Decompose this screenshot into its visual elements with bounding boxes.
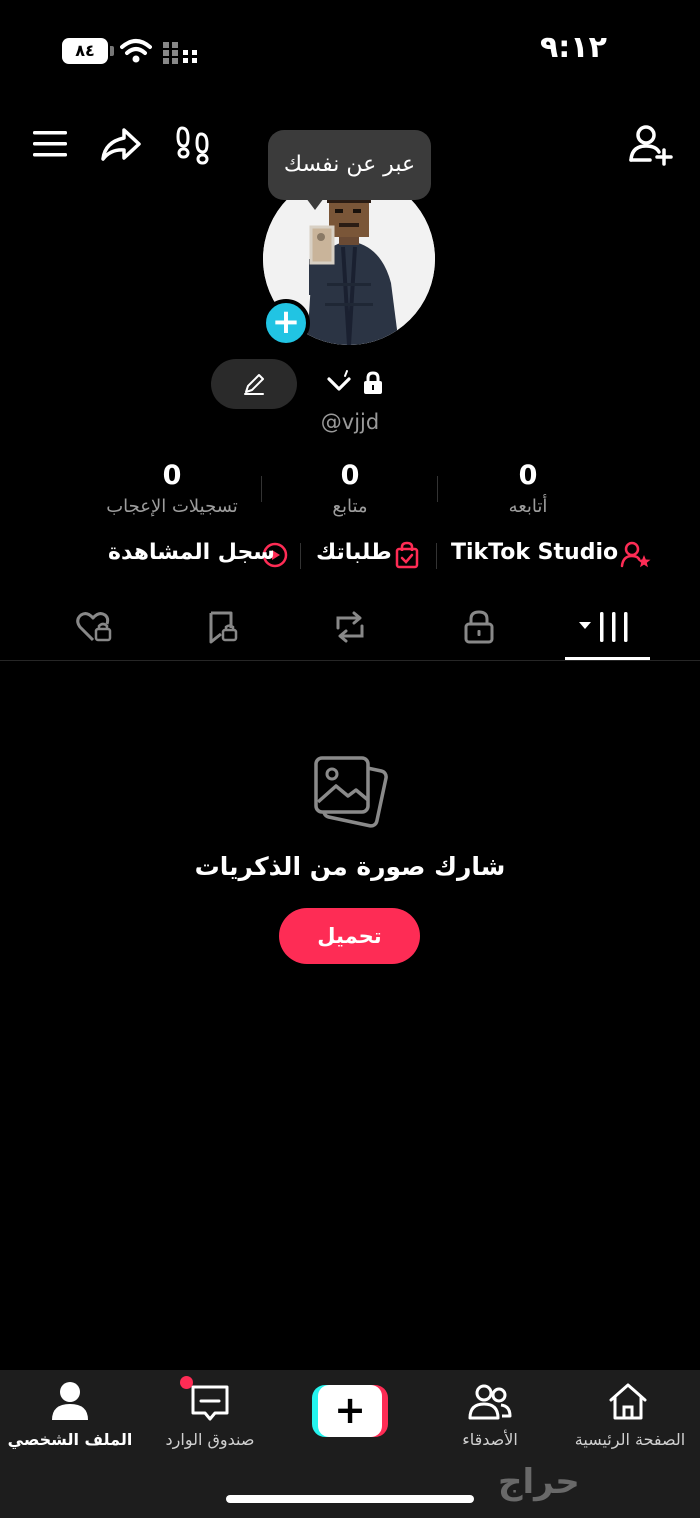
watch-history-link[interactable]: سجل المشاهدة (108, 540, 275, 565)
account-switch-chevron-icon[interactable] (324, 368, 354, 398)
home-indicator (226, 1495, 474, 1503)
bio-tooltip[interactable]: عبر عن نفسك (268, 130, 431, 200)
profile-icon[interactable] (48, 1380, 92, 1424)
inbox-icon[interactable] (188, 1382, 232, 1426)
status-time: ٩:١٢ (540, 30, 607, 65)
videos-grid-tab-icon[interactable] (576, 608, 636, 646)
private-videos-lock-icon[interactable] (460, 608, 498, 646)
private-account-lock-icon (364, 371, 382, 394)
upload-button[interactable]: تحميل (279, 908, 420, 964)
battery-indicator: ٨٤ (62, 38, 108, 64)
stat-divider (261, 476, 262, 502)
add-friend-icon[interactable] (626, 120, 674, 168)
inbox-notification-dot (180, 1376, 193, 1389)
orders-link[interactable]: طلباتك (316, 540, 392, 565)
home-nav-label[interactable]: الصفحة الرئيسية (560, 1430, 700, 1449)
followers-label[interactable]: متابع (262, 496, 438, 517)
inbox-nav-label[interactable]: صندوق الوارد (140, 1430, 280, 1449)
cellular-signal-icon (163, 42, 197, 64)
photo-memories-icon (314, 756, 388, 828)
pencil-icon (244, 374, 264, 395)
battery-tip (110, 46, 114, 56)
wifi-icon (120, 39, 152, 63)
empty-state-title: شارك صورة من الذكريات (194, 852, 506, 881)
liked-videos-icon[interactable] (74, 608, 116, 646)
following-count[interactable]: 0 (440, 460, 616, 491)
username: @vjjd (320, 410, 380, 434)
add-avatar-button[interactable]: + (262, 299, 310, 347)
following-label[interactable]: أتابعه (440, 496, 616, 517)
likes-count[interactable]: 0 (84, 460, 260, 491)
friends-icon[interactable] (466, 1380, 514, 1424)
create-button[interactable]: + (312, 1385, 388, 1437)
link-divider (436, 543, 437, 569)
tiktok-studio-link[interactable]: TikTok Studio (451, 540, 618, 565)
profile-nav-label[interactable]: الملف الشخصي (0, 1430, 140, 1449)
friends-nav-label[interactable]: الأصدقاء (420, 1430, 560, 1449)
tooltip-tail (306, 198, 324, 210)
link-divider (300, 543, 301, 569)
share-icon[interactable] (97, 120, 145, 168)
tabs-divider (0, 660, 700, 661)
home-icon[interactable] (606, 1380, 650, 1424)
tiktok-studio-icon (620, 541, 651, 568)
menu-icon[interactable] (26, 120, 74, 168)
shopping-bag-icon (395, 541, 419, 569)
followers-count[interactable]: 0 (262, 460, 438, 491)
edit-profile-button[interactable] (211, 359, 297, 409)
saved-favorites-icon[interactable] (203, 608, 243, 646)
create-plus-icon: + (318, 1385, 382, 1437)
repost-icon[interactable] (330, 608, 370, 646)
likes-label[interactable]: تسجيلات الإعجاب (84, 496, 260, 517)
footprints-icon[interactable] (168, 120, 216, 168)
haraj-watermark: حراج (498, 1462, 580, 1502)
